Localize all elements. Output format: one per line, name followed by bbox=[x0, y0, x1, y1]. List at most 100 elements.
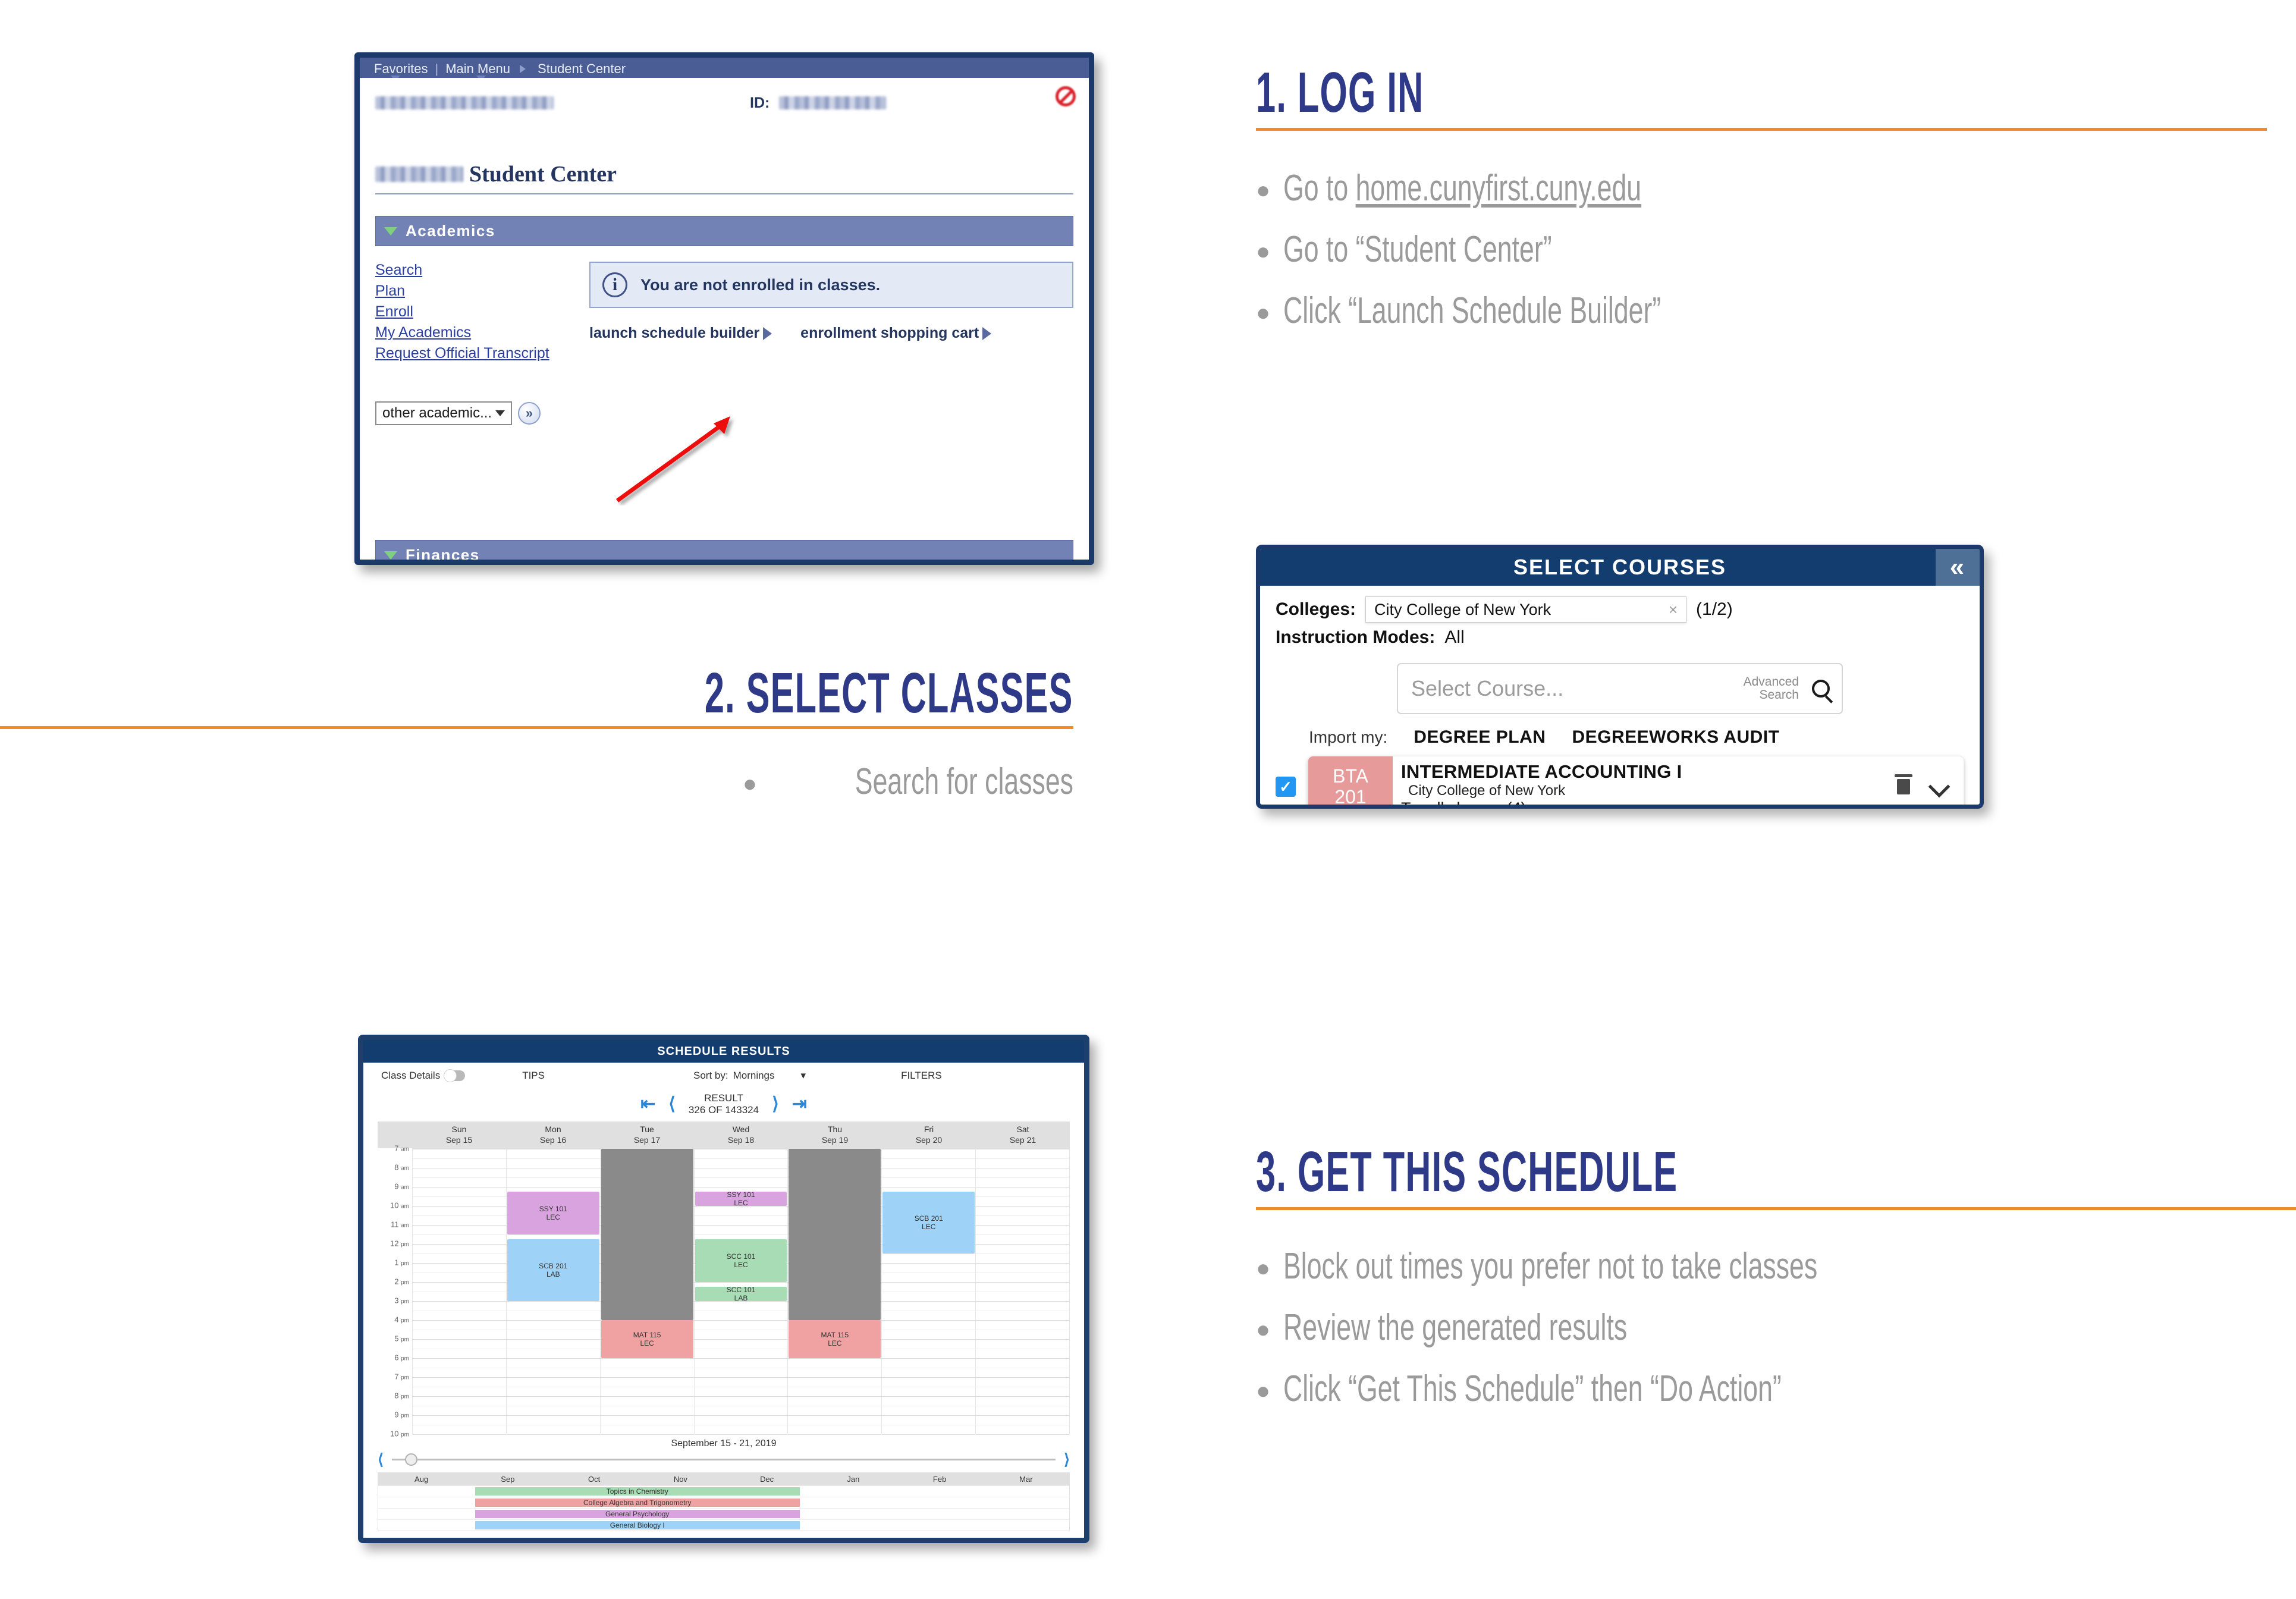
course-card[interactable]: BTA 201 INTERMEDIATE ACCOUNTING I City C… bbox=[1308, 756, 1964, 805]
next-result-button[interactable]: ⟩ bbox=[772, 1094, 779, 1114]
gantt-bar[interactable]: General Psychology bbox=[475, 1510, 800, 1519]
last-result-button[interactable]: ⇥ bbox=[792, 1094, 807, 1114]
colleges-input[interactable]: City College of New York × bbox=[1365, 596, 1687, 623]
event-component: LAB bbox=[546, 1270, 560, 1279]
class-details-label: Class Details bbox=[381, 1070, 441, 1081]
try-all-classes[interactable]: Try all classes (4) ▾ bbox=[1401, 799, 1897, 805]
advanced-search-label[interactable]: Advanced Search bbox=[1744, 675, 1799, 702]
time-label: 7 am bbox=[394, 1144, 409, 1153]
prev-result-button[interactable]: ⟨ bbox=[668, 1094, 676, 1114]
sort-by-label: Sort by: bbox=[693, 1070, 728, 1081]
course-college: City College of New York bbox=[1408, 783, 1566, 799]
link-search[interactable]: Search bbox=[375, 262, 589, 279]
chevron-down-icon[interactable] bbox=[1928, 775, 1950, 798]
result-navigation: ⇤ ⟨ RESULT 326 OF 143324 ⟩ ⇥ bbox=[363, 1092, 1084, 1116]
gantt-bar[interactable]: General Biology I bbox=[475, 1521, 800, 1530]
course-search-box[interactable]: Select Course... Advanced Search bbox=[1397, 663, 1843, 714]
trash-icon[interactable] bbox=[1895, 774, 1912, 794]
search-icon[interactable] bbox=[1812, 680, 1830, 698]
import-degree-plan-button[interactable]: DEGREE PLAN bbox=[1414, 727, 1546, 747]
blocked-time-block[interactable] bbox=[789, 1149, 881, 1321]
step-2-rule bbox=[0, 726, 1073, 730]
filters-button[interactable]: FILTERS bbox=[901, 1070, 942, 1082]
time-label: 6 pm bbox=[394, 1353, 409, 1362]
day-column-tue[interactable]: MAT 115 LEC bbox=[600, 1149, 695, 1435]
import-degreeworks-audit-button[interactable]: DEGREEWORKS AUDIT bbox=[1572, 727, 1779, 747]
course-subject: BTA bbox=[1333, 765, 1368, 787]
time-label: 1 pm bbox=[394, 1258, 409, 1267]
event-course: SCC 101 bbox=[726, 1285, 756, 1294]
next-week-button[interactable]: ⟩ bbox=[1064, 1450, 1070, 1469]
grid-line bbox=[976, 1263, 1070, 1264]
other-academic-dropdown[interactable]: other academic... bbox=[375, 401, 512, 425]
gantt-month-label: Dec bbox=[760, 1475, 774, 1484]
clear-icon[interactable]: × bbox=[1669, 601, 1678, 619]
grid-line bbox=[694, 1396, 788, 1397]
grid-line bbox=[788, 1377, 882, 1378]
breadcrumb-student-center[interactable]: Student Center bbox=[530, 61, 633, 77]
list-item: ● Search for classes bbox=[0, 762, 1073, 801]
week-slider[interactable]: ⟨ ⟩ bbox=[378, 1450, 1070, 1469]
course-checkbox[interactable]: ✓ bbox=[1276, 777, 1296, 797]
class-event[interactable]: SCC 101 LEC bbox=[695, 1239, 787, 1283]
sort-by-value[interactable]: Mornings bbox=[733, 1070, 775, 1082]
class-event[interactable]: SSY 101 LEC bbox=[695, 1190, 787, 1207]
time-axis: 7 am 8 am 9 am 10 am 11 am 12 pm 1 pm 2 pm 3 pm 4… bbox=[378, 1144, 412, 1438]
cunyfirst-link[interactable]: home.cunyfirst.cuny.edu bbox=[1356, 168, 1642, 209]
grid-line bbox=[413, 1244, 506, 1245]
prev-week-button[interactable]: ⟨ bbox=[378, 1450, 384, 1469]
day-column-sat[interactable] bbox=[976, 1149, 1070, 1435]
other-academic-value: other academic... bbox=[382, 405, 492, 421]
breadcrumb-main-menu[interactable]: Main Menu bbox=[438, 61, 517, 77]
day-header-sat: Sat Sep 21 bbox=[1009, 1124, 1037, 1145]
grid-line bbox=[413, 1225, 506, 1226]
day-column-sun[interactable] bbox=[412, 1149, 507, 1435]
link-enroll[interactable]: Enroll bbox=[375, 303, 589, 321]
grid-line bbox=[976, 1320, 1070, 1321]
link-plan[interactable]: Plan bbox=[375, 282, 589, 300]
day-column-mon[interactable]: SSY 101 LEC SCB 201 LAB bbox=[506, 1149, 601, 1435]
collapse-panel-button[interactable]: « bbox=[1936, 549, 1980, 586]
day-column-wed[interactable]: SSY 101 LEC SCC 101 LEC SCC 101 LAB bbox=[694, 1149, 789, 1435]
grid-line bbox=[882, 1339, 976, 1340]
tips-button[interactable]: TIPS bbox=[522, 1070, 545, 1082]
schedule-toolbar: Class Details TIPS Sort by: Mornings ▾ F… bbox=[363, 1063, 1084, 1089]
launch-schedule-builder-link[interactable]: launch schedule builder bbox=[589, 325, 772, 342]
academics-section-header[interactable]: Academics bbox=[375, 216, 1073, 246]
class-event[interactable]: SCB 201 LAB bbox=[507, 1239, 599, 1302]
colleges-count: (1/2) bbox=[1696, 599, 1733, 619]
grid-line bbox=[976, 1187, 1070, 1188]
link-my-academics[interactable]: My Academics bbox=[375, 324, 589, 341]
class-event[interactable]: MAT 115 LEC bbox=[789, 1320, 881, 1359]
breadcrumb-favorites[interactable]: Favorites bbox=[367, 61, 435, 77]
grid-line bbox=[882, 1187, 976, 1188]
instruction-modes-value[interactable]: All bbox=[1444, 627, 1464, 648]
class-event[interactable]: SSY 101 LEC bbox=[507, 1192, 599, 1235]
class-event[interactable]: MAT 115 LEC bbox=[601, 1320, 693, 1359]
grid-line bbox=[976, 1377, 1070, 1378]
grid-line bbox=[413, 1415, 506, 1416]
gantt-bar[interactable]: College Algebra and Trigonometry bbox=[475, 1499, 800, 1507]
enrollment-shopping-cart-link[interactable]: enrollment shopping cart bbox=[800, 325, 992, 342]
list-item: ● Block out times you prefer not to take… bbox=[1256, 1247, 2296, 1286]
day-column-thu[interactable]: MAT 115 LEC bbox=[788, 1149, 882, 1435]
gantt-bar[interactable]: Topics in Chemistry bbox=[475, 1487, 800, 1496]
link-request-official-transcript[interactable]: Request Official Transcript bbox=[375, 345, 589, 362]
bullet-dot: ● bbox=[1256, 1255, 1271, 1282]
slider-track[interactable] bbox=[392, 1453, 1056, 1466]
go-button[interactable]: » bbox=[518, 402, 541, 425]
class-event[interactable]: SCC 101 LAB bbox=[695, 1285, 787, 1302]
time-label: 10 am bbox=[390, 1201, 409, 1210]
day-column-fri[interactable]: SCB 201 LEC bbox=[882, 1149, 976, 1435]
class-details-toggle[interactable] bbox=[444, 1069, 466, 1082]
first-result-button[interactable]: ⇤ bbox=[640, 1094, 655, 1114]
grid-line bbox=[413, 1187, 506, 1188]
grid-line bbox=[600, 1396, 694, 1397]
day-header-sun: Sun Sep 15 bbox=[445, 1124, 473, 1145]
sort-caret-icon[interactable]: ▾ bbox=[801, 1070, 806, 1082]
finances-section-header[interactable]: Finances bbox=[375, 540, 1073, 560]
grid-line bbox=[600, 1377, 694, 1378]
blocked-time-block[interactable] bbox=[601, 1149, 693, 1321]
slider-knob[interactable] bbox=[405, 1453, 418, 1466]
class-event[interactable]: SCB 201 LEC bbox=[882, 1192, 975, 1254]
